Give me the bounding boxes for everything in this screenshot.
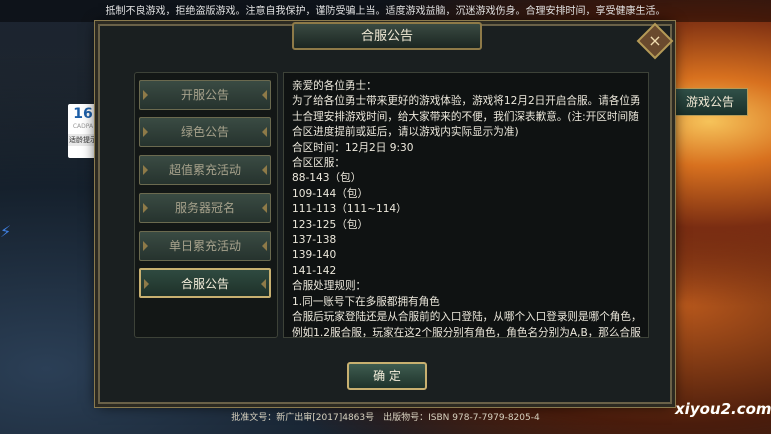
content-line: 88-143（包） — [292, 172, 362, 185]
age-rating-badge[interactable]: 16 CADPA 适龄提示 — [68, 104, 98, 158]
game-announcement-button[interactable]: 游戏公告 — [672, 88, 748, 116]
confirm-button[interactable]: 确 定 — [347, 362, 427, 390]
content-line: 合区时间：12月2日 9:30 — [292, 141, 414, 154]
content-line: 合区区服： — [292, 157, 345, 170]
content-line: 1.同一账号下在多服都拥有角色 — [292, 295, 440, 308]
tab-daily-recharge[interactable]: 单日累充活动 — [139, 231, 271, 261]
site-watermark: xiyou2.com — [675, 400, 771, 418]
tab-recharge-event[interactable]: 超值累充活动 — [139, 155, 271, 185]
publication-info: 批准文号：新广出审[2017]4863号 出版物号：ISBN 978-7-797… — [231, 413, 540, 423]
content-line: 亲爱的各位勇士： — [292, 80, 377, 92]
content-line: 109-144（包） — [292, 187, 369, 200]
content-line: 为了给各位勇士带来更好的游戏体验，游戏将12月2日开启合服。请各位勇士合理安排游… — [292, 95, 641, 139]
tab-server-merge[interactable]: 合服公告 — [139, 268, 271, 298]
age-rating-number: 16 — [73, 106, 93, 122]
cadpa-label: CADPA — [72, 123, 94, 130]
lightning-icon[interactable]: ⚡ — [0, 222, 14, 242]
content-line: 139-140 — [292, 249, 337, 262]
age-hint-label: 适龄提示 — [68, 134, 98, 146]
content-line: 141-142 — [292, 264, 337, 277]
content-line: 合服处理规则： — [292, 280, 367, 293]
tab-server-open[interactable]: 开服公告 — [139, 80, 271, 110]
anti-addiction-notice: 抵制不良游戏，拒绝盗版游戏。注意自我保护，谨防受骗上当。适度游戏益脑，沉迷游戏伤… — [0, 0, 771, 22]
content-line: 123-125（包） — [292, 218, 369, 231]
close-icon: × — [648, 31, 662, 50]
dialog-title: 合服公告 — [292, 22, 482, 50]
tab-server-naming[interactable]: 服务器冠名 — [139, 193, 271, 223]
content-line: 111-113（111~114） — [292, 203, 407, 216]
content-line: 137-138 — [292, 234, 337, 247]
content-line: 合服后玩家登陆还是从合服前的入口登陆，从哪个入口登录则是哪个角色，例如1.2服合… — [292, 311, 642, 338]
announcement-content[interactable]: 亲爱的各位勇士： 为了给各位勇士带来更好的游戏体验，游戏将12月2日开启合服。请… — [283, 72, 649, 338]
tab-green-notice[interactable]: 绿色公告 — [139, 117, 271, 147]
